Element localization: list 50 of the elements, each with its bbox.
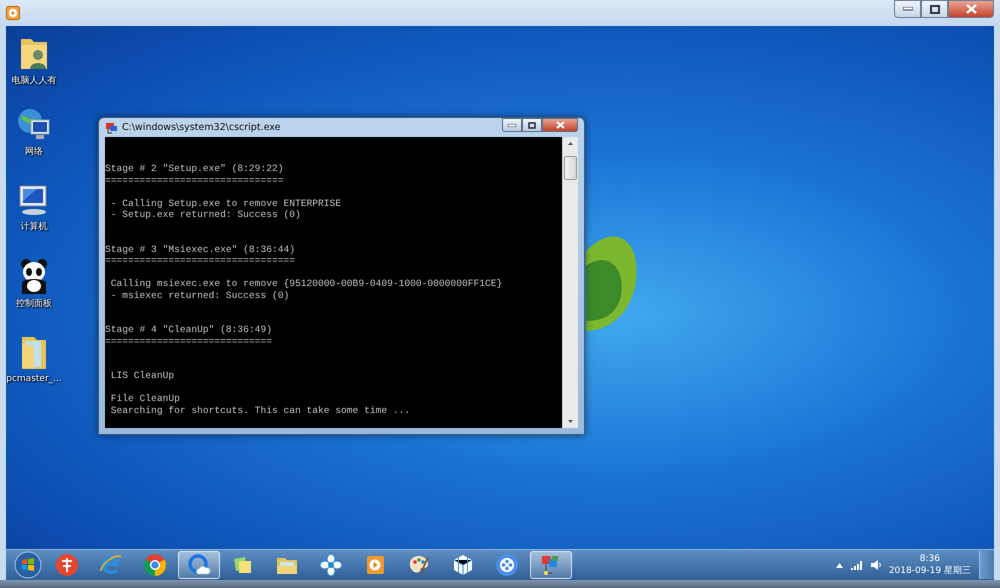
maximize-button[interactable] [522, 118, 542, 132]
maximize-icon [528, 122, 536, 128]
maximize-button[interactable] [921, 0, 948, 18]
minimize-button[interactable] [894, 0, 921, 18]
panda-icon[interactable] [18, 258, 50, 294]
close-button[interactable] [542, 118, 578, 132]
minimize-icon [902, 7, 912, 11]
console-line: - Calling Setup.exe to remove ENTERPRISE [110, 198, 342, 209]
speaker-icon[interactable] [870, 560, 881, 570]
signal-bars-icon[interactable] [850, 560, 863, 570]
minimize-button[interactable] [502, 118, 522, 132]
icon-label[interactable]: 网络 [25, 145, 43, 158]
cube-icon[interactable] [451, 553, 475, 577]
chrome-icon[interactable] [143, 553, 167, 577]
maximize-icon [930, 4, 940, 14]
seal-icon[interactable] [55, 553, 79, 577]
console-line: ================================= [105, 255, 295, 266]
close-icon [556, 121, 564, 129]
flower-icon[interactable] [319, 553, 343, 577]
cloud-ring-icon[interactable] [187, 553, 211, 577]
globe-monitor-icon[interactable] [17, 108, 51, 142]
scrollbar[interactable] [562, 137, 578, 428]
console-line: ============================= [105, 336, 272, 347]
console-app-icon [105, 122, 118, 134]
console-line: Stage # 3 "Msiexec.exe" (8:36:44) [105, 244, 295, 255]
play-icon [6, 6, 20, 20]
window-title: C:\windows\system32\cscript.exe [122, 122, 282, 133]
console-line: Stage # 2 "Setup.exe" (8:29:22) [105, 163, 284, 174]
console-line: Stage # 4 "CleanUp" (8:36:49) [105, 324, 272, 336]
icon-label[interactable]: 控制面板 [16, 297, 52, 310]
scrollbar-thumb[interactable] [564, 156, 577, 180]
icon-label[interactable]: 电脑人人有 [12, 74, 56, 87]
console-line: Calling msiexec.exe to remove {95120000-00B9-0409-1000-0000000FF1CE} [110, 278, 502, 290]
console-line: =============================== [105, 174, 284, 186]
close-button[interactable] [948, 0, 994, 18]
console-line: - Setup.exe returned: Success (0) [110, 209, 301, 220]
close-icon [966, 4, 976, 14]
film-reel-icon[interactable] [495, 553, 519, 577]
icon-label[interactable]: pcmaster_... [6, 374, 62, 384]
console-line: File CleanUp [110, 393, 180, 404]
clock[interactable]: 8:36 2018-09-19 星期三 [888, 553, 971, 577]
minimize-icon [508, 124, 516, 126]
tray-arrow-icon[interactable] [836, 562, 843, 568]
clock-date: 2018-09-19 星期三 [888, 565, 971, 577]
clock-time: 8:36 [920, 553, 940, 565]
console-line: LIS CleanUp [110, 370, 174, 382]
icon-label[interactable]: 计算机 [20, 220, 48, 233]
console-line: - msiexec returned: Success (0) [110, 290, 290, 301]
start-icon[interactable] [14, 551, 42, 579]
console-line: Searching for shortcuts. This can take some time ... [110, 404, 410, 416]
